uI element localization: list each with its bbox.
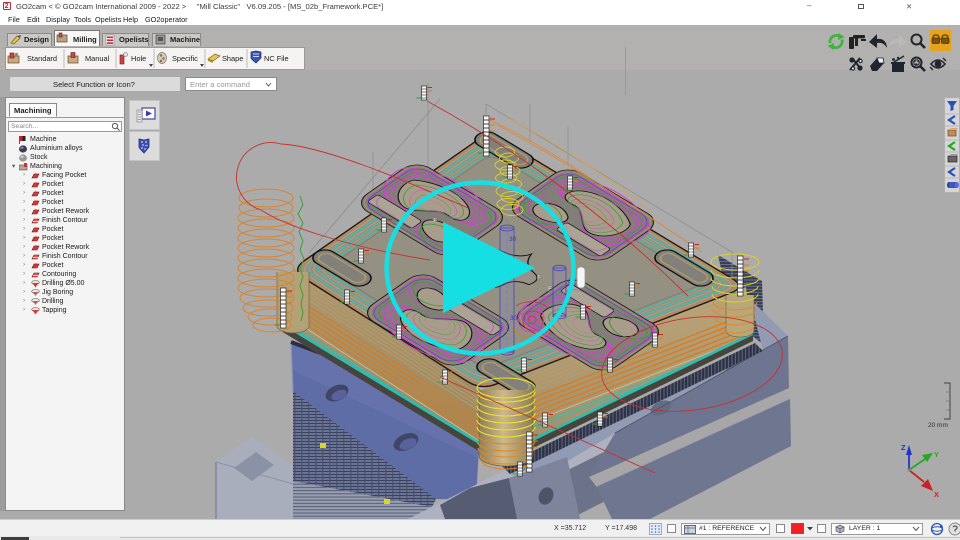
svg-text:X: X xyxy=(934,490,939,499)
svg-text:30: 30 xyxy=(510,315,518,322)
svg-text:F: F xyxy=(433,218,438,225)
svg-text:Z: Z xyxy=(901,443,906,452)
svg-text:F: F xyxy=(548,286,553,293)
svg-text:20 mm: 20 mm xyxy=(928,422,948,429)
svg-text:F: F xyxy=(537,275,542,282)
svg-text:Y: Y xyxy=(934,450,939,459)
svg-text:30: 30 xyxy=(509,236,517,243)
